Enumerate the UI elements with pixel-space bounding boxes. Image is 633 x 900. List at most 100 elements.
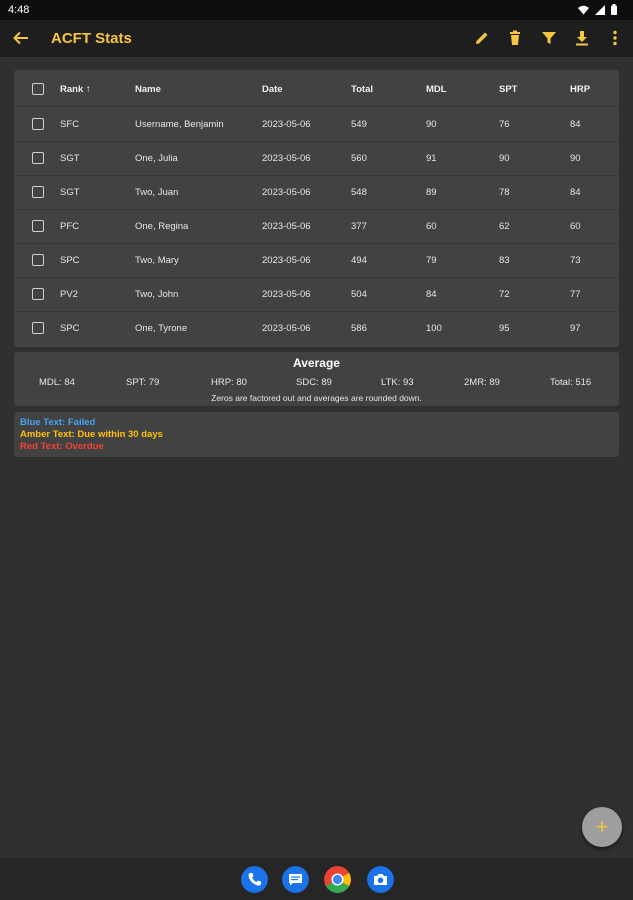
select-all-checkbox[interactable] — [32, 83, 44, 95]
cell-date: 2023-05-06 — [262, 186, 311, 198]
cell-spt: 83 — [499, 254, 510, 266]
color-legend: Blue Text: Failed Amber Text: Due within… — [14, 412, 619, 457]
cell-mdl: 90 — [426, 118, 437, 130]
row-checkbox[interactable] — [32, 322, 44, 334]
cell-date: 2023-05-06 — [262, 220, 311, 232]
edit-pencil-icon[interactable] — [473, 29, 491, 47]
cell-spt: 90 — [499, 152, 510, 164]
cell-hrp: 90 — [570, 152, 581, 164]
cell-rank: PFC — [60, 220, 79, 232]
cell-mdl: 84 — [426, 288, 437, 300]
cell-name: One, Julia — [135, 152, 178, 164]
cell-mdl: 89 — [426, 186, 437, 198]
wifi-icon — [578, 5, 589, 14]
cell-mdl: 100 — [426, 322, 442, 334]
cell-total: 549 — [351, 118, 367, 130]
delete-trash-icon[interactable] — [506, 29, 524, 47]
row-checkbox[interactable] — [32, 118, 44, 130]
legend-failed: Blue Text: Failed — [20, 417, 96, 428]
cell-rank: SFC — [60, 118, 79, 130]
stats-table: Rank ↑ Name Date Total MDL SPT HRP SFC U… — [14, 70, 619, 347]
add-button[interactable]: + — [582, 807, 622, 847]
cell-date: 2023-05-06 — [262, 322, 311, 334]
table-header-row: Rank ↑ Name Date Total MDL SPT HRP — [14, 72, 619, 107]
cell-rank: SGT — [60, 152, 80, 164]
cell-mdl: 91 — [426, 152, 437, 164]
column-header-hrp[interactable]: HRP — [570, 72, 590, 106]
filter-icon[interactable] — [540, 29, 558, 47]
average-stat-sdc: SDC: 89 — [296, 377, 332, 388]
chrome-icon[interactable] — [324, 866, 351, 893]
average-card: Average MDL: 84 SPT: 79 HRP: 80 SDC: 89 … — [14, 352, 619, 406]
table-row[interactable]: SGT Two, Juan 2023-05-06 548 89 78 84 — [14, 175, 619, 210]
cell-name: Two, Juan — [135, 186, 179, 198]
cell-name: One, Tyrone — [135, 322, 188, 334]
row-checkbox[interactable] — [32, 186, 44, 198]
average-stat-total: Total: 516 — [550, 377, 592, 388]
average-stat-2mr: 2MR: 89 — [464, 377, 500, 388]
cell-hrp: 73 — [570, 254, 581, 266]
average-stat-hrp: HRP: 80 — [211, 377, 247, 388]
average-stat-mdl: MDL: 84 — [39, 377, 75, 388]
cell-rank: PV2 — [60, 288, 78, 300]
legend-due-soon: Amber Text: Due within 30 days — [20, 429, 163, 440]
cell-mdl: 60 — [426, 220, 437, 232]
cell-date: 2023-05-06 — [262, 288, 311, 300]
table-row[interactable]: SPC One, Tyrone 2023-05-06 586 100 95 97 — [14, 311, 619, 345]
column-header-mdl[interactable]: MDL — [426, 72, 447, 106]
system-dock — [0, 858, 633, 900]
camera-icon[interactable] — [367, 866, 394, 893]
status-bar: 4:48 — [0, 0, 633, 20]
average-stat-ltk: LTK: 93 — [381, 377, 414, 388]
table-row[interactable]: PV2 Two, John 2023-05-06 504 84 72 77 — [14, 277, 619, 312]
cell-name: Two, John — [135, 288, 179, 300]
cell-total: 586 — [351, 322, 367, 334]
column-header-total[interactable]: Total — [351, 72, 373, 106]
cell-rank: SPC — [60, 254, 80, 266]
column-header-rank[interactable]: Rank ↑ — [60, 72, 91, 106]
cell-total: 548 — [351, 186, 367, 198]
cell-name: Two, Mary — [135, 254, 179, 266]
battery-icon — [611, 4, 617, 15]
row-checkbox[interactable] — [32, 288, 44, 300]
phone-icon[interactable] — [241, 866, 268, 893]
table-row[interactable]: SPC Two, Mary 2023-05-06 494 79 83 73 — [14, 243, 619, 278]
cell-hrp: 60 — [570, 220, 581, 232]
average-stat-spt: SPT: 79 — [126, 377, 160, 388]
cell-spt: 72 — [499, 288, 510, 300]
cell-date: 2023-05-06 — [262, 254, 311, 266]
table-row[interactable]: PFC One, Regina 2023-05-06 377 60 62 60 — [14, 209, 619, 244]
download-icon[interactable] — [573, 29, 591, 47]
more-vert-icon[interactable] — [606, 29, 624, 47]
cell-hrp: 77 — [570, 288, 581, 300]
cell-name: Username, Benjamin — [135, 118, 224, 130]
status-time: 4:48 — [8, 4, 30, 16]
status-icons — [578, 4, 617, 15]
average-note: Zeros are factored out and averages are … — [211, 393, 422, 403]
cell-spt: 62 — [499, 220, 510, 232]
cell-total: 377 — [351, 220, 367, 232]
cell-hrp: 84 — [570, 118, 581, 130]
row-checkbox[interactable] — [32, 152, 44, 164]
row-checkbox[interactable] — [32, 220, 44, 232]
messages-icon[interactable] — [282, 866, 309, 893]
table-row[interactable]: SFC Username, Benjamin 2023-05-06 549 90… — [14, 107, 619, 142]
column-header-name[interactable]: Name — [135, 72, 161, 106]
app-bar: ACFT Stats — [0, 20, 633, 57]
cell-hrp: 84 — [570, 186, 581, 198]
cell-total: 494 — [351, 254, 367, 266]
column-header-date[interactable]: Date — [262, 72, 283, 106]
cell-rank: SGT — [60, 186, 80, 198]
plus-icon: + — [595, 814, 609, 839]
cell-date: 2023-05-06 — [262, 152, 311, 164]
legend-overdue: Red Text: Overdue — [20, 441, 104, 452]
table-row[interactable]: SGT One, Julia 2023-05-06 560 91 90 90 — [14, 141, 619, 176]
row-checkbox[interactable] — [32, 254, 44, 266]
cell-hrp: 97 — [570, 322, 581, 334]
cell-total: 560 — [351, 152, 367, 164]
back-arrow-icon[interactable] — [12, 29, 30, 47]
page-title: ACFT Stats — [51, 30, 132, 47]
cell-total: 504 — [351, 288, 367, 300]
cell-spt: 78 — [499, 186, 510, 198]
column-header-spt[interactable]: SPT — [499, 72, 517, 106]
